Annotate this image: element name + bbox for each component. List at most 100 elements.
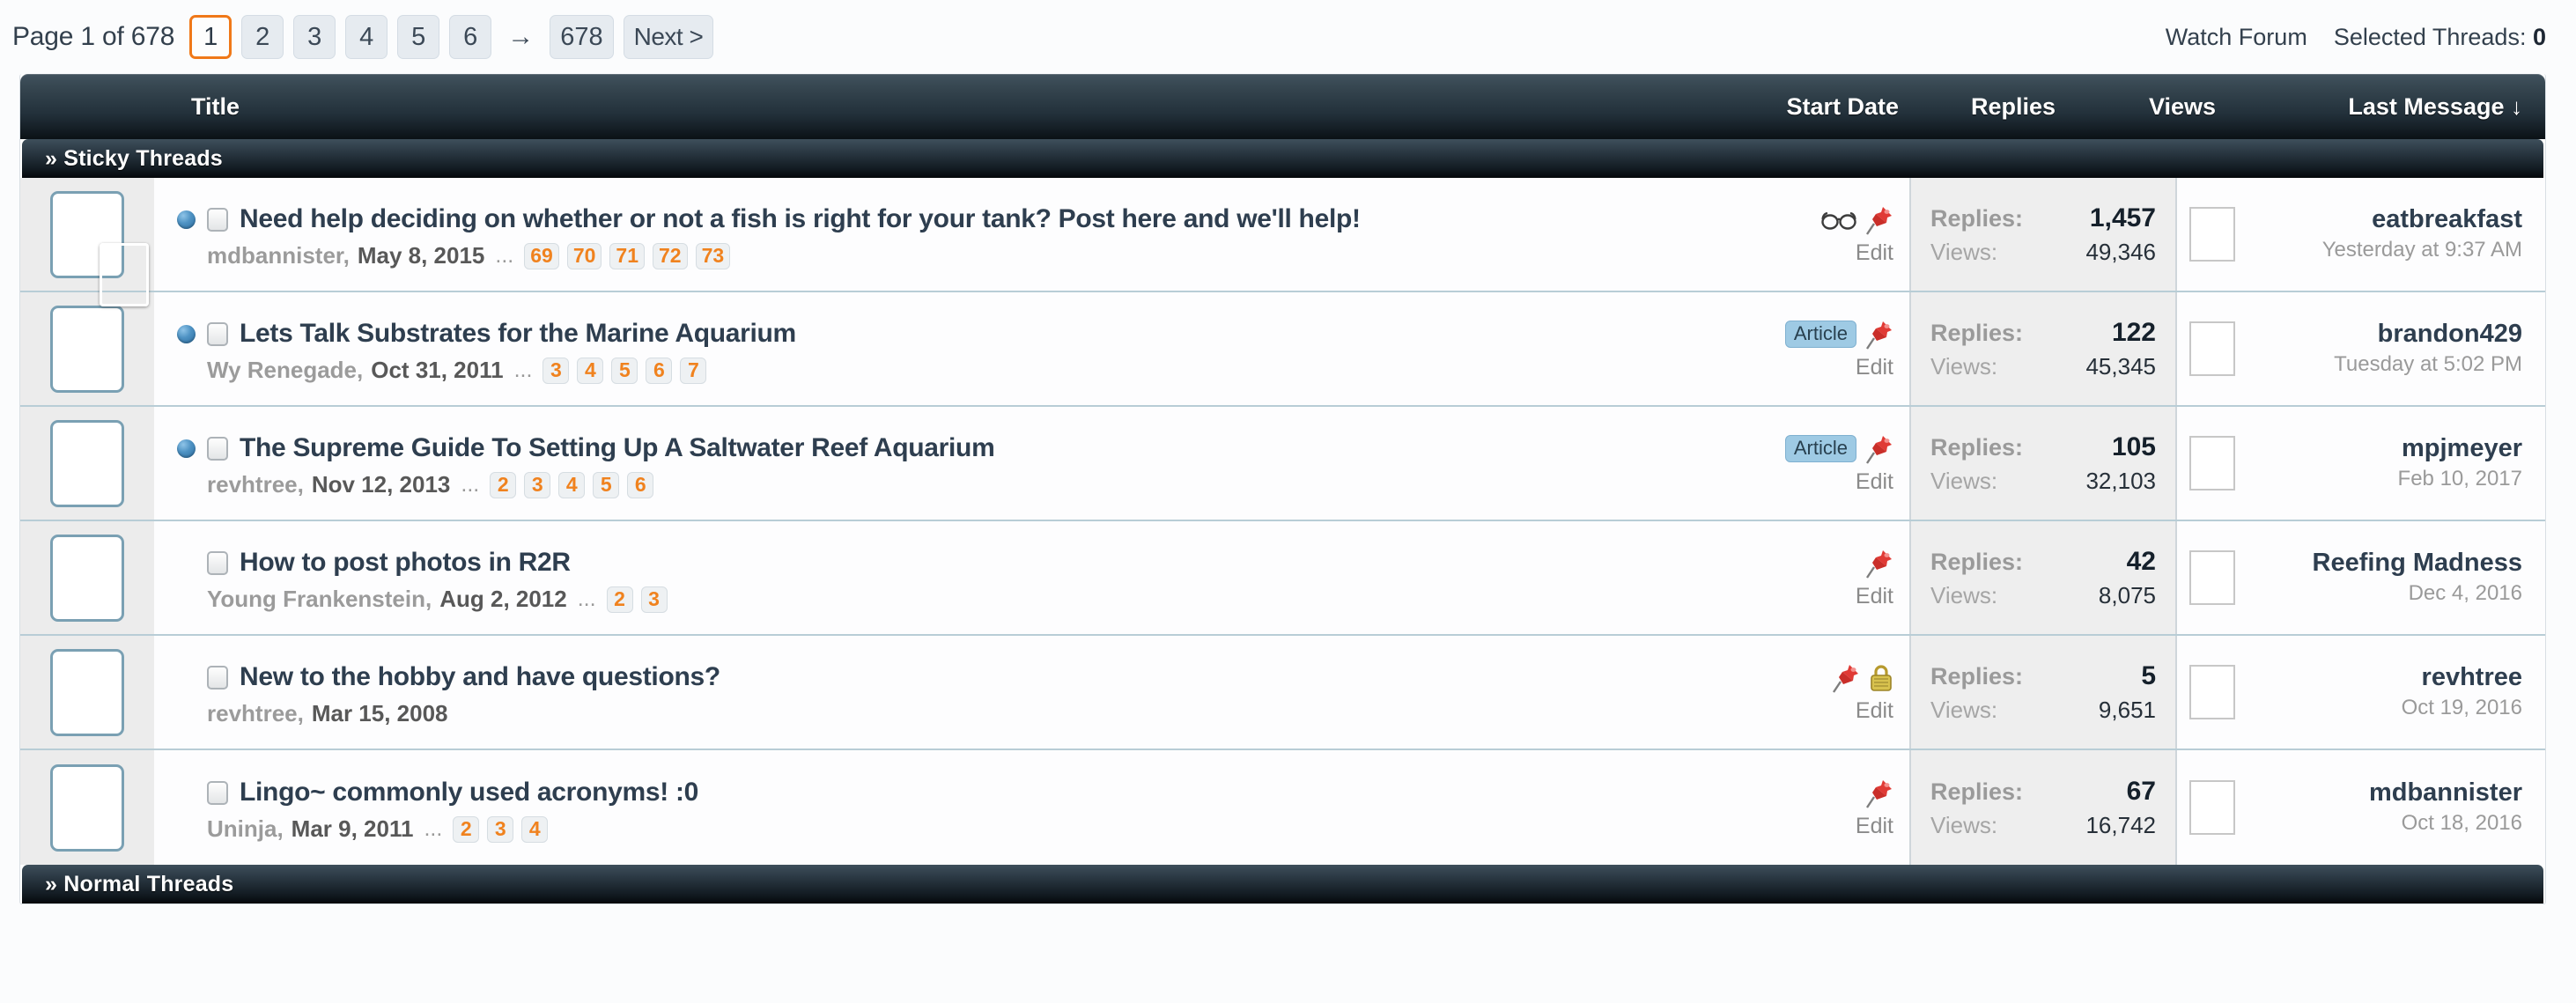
thread-page-badge[interactable]: 4	[521, 815, 549, 843]
column-header-replies[interactable]: Replies	[1899, 93, 2056, 121]
thread-title-link[interactable]: The Supreme Guide To Setting Up A Saltwa…	[240, 433, 995, 463]
thread-page-badge[interactable]: 69	[524, 242, 559, 269]
page-button-2[interactable]: 2	[241, 15, 284, 59]
last-message-avatar[interactable]	[2189, 207, 2235, 262]
replies-label: Replies:	[1930, 662, 2024, 690]
thread-author-link[interactable]: revhtree,	[207, 471, 304, 498]
column-header-start-date[interactable]: Start Date	[1718, 93, 1899, 121]
thread-select-checkbox[interactable]	[207, 207, 228, 232]
thread-title-link[interactable]: Need help deciding on whether or not a f…	[240, 204, 1361, 234]
replies-stat-row: Replies: 105	[1930, 432, 2156, 462]
thread-select-checkbox[interactable]	[207, 665, 228, 690]
views-value: 8,075	[2098, 581, 2156, 608]
page-button-3[interactable]: 3	[293, 15, 336, 59]
column-header-last-message[interactable]: Last Message ↓	[2216, 93, 2545, 121]
table-row[interactable]: How to post photos in R2R Young Frankenst…	[20, 521, 2545, 636]
last-message-avatar[interactable]	[2189, 550, 2235, 605]
thread-title-link[interactable]: Lets Talk Substrates for the Marine Aqua…	[240, 319, 796, 349]
thread-author-link[interactable]: revhtree,	[207, 700, 304, 727]
avatar[interactable]	[50, 648, 124, 736]
thread-page-badge[interactable]: 5	[611, 357, 638, 384]
page-button-4[interactable]: 4	[345, 15, 388, 59]
thread-start-date: Oct 31, 2011	[371, 357, 504, 383]
last-message-avatar[interactable]	[2189, 665, 2235, 719]
thread-page-badge[interactable]: 3	[524, 471, 551, 498]
thread-author-link[interactable]: Wy Renegade,	[207, 357, 363, 384]
views-value: 32,103	[2085, 467, 2156, 494]
thread-page-badge[interactable]: 4	[577, 357, 604, 384]
replies-value: 1,457	[2089, 203, 2156, 232]
thread-select-checkbox[interactable]	[207, 436, 228, 461]
thread-page-badge[interactable]: 5	[593, 471, 620, 498]
avatar[interactable]	[50, 305, 124, 393]
thread-author-link[interactable]: Young Frankenstein,	[207, 586, 432, 613]
last-message-user-link[interactable]: mpjmeyer	[2249, 434, 2522, 462]
edit-thread-link[interactable]: Edit	[1856, 698, 1893, 724]
thread-page-badge[interactable]: 71	[609, 242, 646, 269]
avatar[interactable]	[50, 419, 124, 507]
section-header-normal-threads: » Normal Threads	[22, 865, 2543, 903]
column-header-views[interactable]: Views	[2056, 93, 2216, 121]
last-message-avatar[interactable]	[2189, 436, 2235, 490]
edit-thread-link[interactable]: Edit	[1856, 469, 1893, 495]
thread-page-badge[interactable]: 73	[695, 242, 731, 269]
thread-page-badge[interactable]: 3	[543, 357, 570, 384]
thread-page-badge[interactable]: 72	[653, 242, 688, 269]
last-message-avatar[interactable]	[2189, 780, 2235, 835]
edit-thread-link[interactable]: Edit	[1856, 584, 1893, 609]
pinned-icon	[1866, 206, 1892, 235]
last-message-user-link[interactable]: brandon429	[2249, 320, 2522, 348]
thread-select-checkbox[interactable]	[207, 780, 228, 805]
column-header-title[interactable]: Title	[27, 93, 1718, 121]
page-of-label: Page 1 of 678	[12, 22, 175, 51]
thread-author-link[interactable]: mdbannister,	[207, 242, 350, 269]
page-button-last[interactable]: 678	[550, 15, 614, 59]
pinned-icon	[1833, 664, 1858, 693]
thread-page-badge[interactable]: 2	[606, 586, 633, 613]
page-button-1[interactable]: 1	[189, 15, 233, 59]
thread-page-badge[interactable]: 6	[627, 471, 654, 498]
table-row[interactable]: The Supreme Guide To Setting Up A Saltwa…	[20, 407, 2545, 521]
thread-stats-cell: Replies: 5 Views: 9,651	[1909, 636, 2175, 749]
thread-title-line: New to the hobby and have questions?	[177, 662, 1719, 692]
last-message-cell: mdbannister Oct 18, 2016	[2175, 750, 2545, 865]
last-message-user-link[interactable]: Reefing Madness	[2249, 549, 2523, 577]
views-label: Views:	[1930, 352, 1998, 380]
last-message-user-link[interactable]: revhtree	[2249, 663, 2522, 691]
last-message-cell: Reefing Madness Dec 4, 2016	[2175, 521, 2545, 634]
table-row[interactable]: Need help deciding on whether or not a f…	[20, 178, 2545, 306]
table-row[interactable]: Lingo~ commonly used acronyms! :0 Uninja,…	[20, 750, 2545, 865]
next-page-button[interactable]: Next >	[623, 15, 714, 59]
edit-thread-link[interactable]: Edit	[1856, 814, 1893, 839]
thread-author-link[interactable]: Uninja,	[207, 815, 284, 843]
avatar[interactable]	[50, 763, 124, 852]
thread-title-link[interactable]: Lingo~ commonly used acronyms! :0	[240, 778, 698, 808]
thread-title-link[interactable]: New to the hobby and have questions?	[240, 662, 720, 692]
thread-start-date: Aug 2, 2012	[439, 586, 567, 612]
thread-page-badge[interactable]: 70	[566, 242, 602, 269]
thread-title-link[interactable]: How to post photos in R2R	[240, 548, 571, 578]
thread-select-checkbox[interactable]	[207, 550, 228, 575]
edit-thread-link[interactable]: Edit	[1856, 355, 1893, 380]
page-button-5[interactable]: 5	[397, 15, 440, 59]
table-row[interactable]: Lets Talk Substrates for the Marine Aqua…	[20, 292, 2545, 407]
page-button-6[interactable]: 6	[449, 15, 492, 59]
thread-select-checkbox[interactable]	[207, 321, 228, 346]
last-message-user-link[interactable]: eatbreakfast	[2249, 205, 2522, 233]
avatar[interactable]	[50, 534, 124, 622]
thread-page-badge[interactable]: 3	[487, 815, 514, 843]
pinned-icon	[1866, 779, 1892, 808]
last-message-user-link[interactable]: mdbannister	[2249, 778, 2522, 807]
thread-page-badge[interactable]: 7	[680, 357, 707, 384]
thread-main-cell: Need help deciding on whether or not a f…	[154, 178, 1733, 291]
watch-forum-link[interactable]: Watch Forum	[2166, 24, 2307, 51]
thread-page-badge[interactable]: 6	[646, 357, 673, 384]
thread-page-badge[interactable]: 4	[558, 471, 586, 498]
thread-page-badge[interactable]: 2	[490, 471, 517, 498]
last-message-avatar[interactable]	[2189, 321, 2235, 376]
edit-thread-link[interactable]: Edit	[1856, 240, 1893, 266]
sort-descending-icon: ↓	[2511, 92, 2522, 120]
thread-page-badge[interactable]: 2	[453, 815, 480, 843]
thread-page-badge[interactable]: 3	[640, 586, 668, 613]
table-row[interactable]: New to the hobby and have questions? revh…	[20, 636, 2545, 750]
